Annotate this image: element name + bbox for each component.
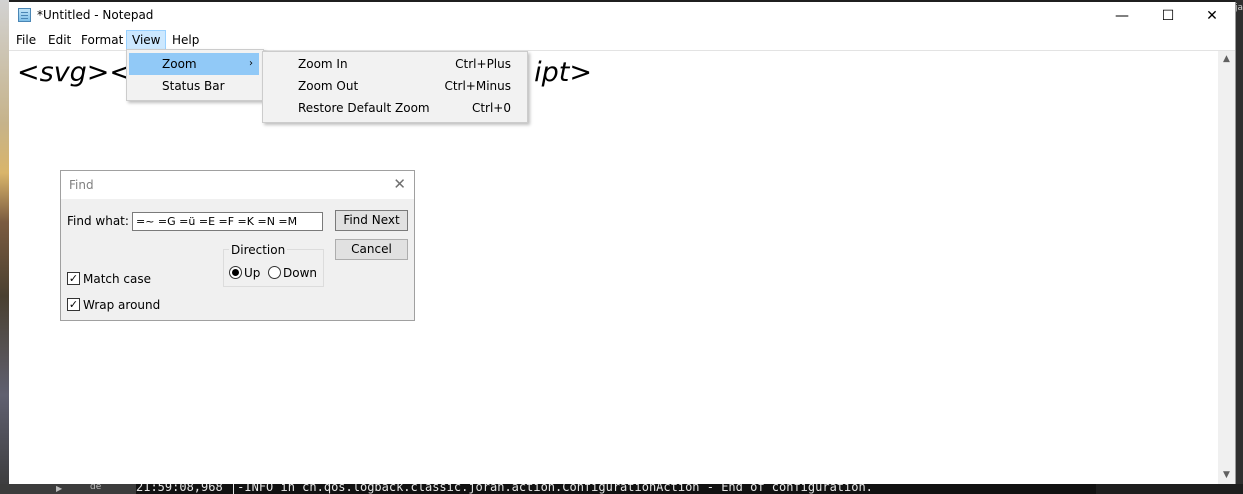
console-sidebar (0, 484, 136, 494)
menu-help[interactable]: Help (167, 30, 204, 50)
menu-item-zoom-out[interactable]: Zoom Out Ctrl+Minus (265, 75, 523, 97)
menu-file[interactable]: File (11, 30, 41, 50)
find-what-label: Find what: (67, 214, 129, 228)
direction-down-label[interactable]: Down (283, 266, 317, 280)
find-what-input[interactable]: =~ =G =ü =E =F =K =N =M (132, 212, 323, 231)
menu-edit[interactable]: Edit (43, 30, 76, 50)
menu-item-label: Zoom (162, 57, 197, 71)
minimize-button[interactable]: — (1099, 2, 1145, 30)
menu-item-label: Zoom In (298, 57, 348, 71)
view-menu-dropdown: Zoom › Status Bar (126, 49, 264, 101)
menu-format[interactable]: Format (76, 30, 128, 50)
zoom-submenu: Zoom In Ctrl+Plus Zoom Out Ctrl+Minus Re… (262, 51, 528, 123)
menu-item-zoom-in[interactable]: Zoom In Ctrl+Plus (265, 53, 523, 75)
shortcut-label: Ctrl+Plus (455, 57, 511, 71)
direction-down-radio[interactable] (268, 266, 281, 279)
menu-item-status-bar[interactable]: Status Bar (129, 75, 259, 97)
menu-item-label: Zoom Out (298, 79, 359, 93)
behind-window-text: ja (1234, 3, 1243, 13)
match-case-label[interactable]: Match case (83, 272, 151, 286)
direction-up-radio[interactable] (229, 266, 242, 279)
find-dialog: Find ✕ Find what: =~ =G =ü =E =F =K =N =… (60, 170, 415, 321)
window-title: *Untitled - Notepad (37, 8, 154, 22)
play-icon: ▶ (56, 484, 63, 493)
behind-window-edge (1235, 0, 1243, 494)
vertical-scrollbar[interactable]: ▲ ▼ (1218, 51, 1235, 484)
title-bar[interactable]: *Untitled - Notepad — ☐ ✕ (9, 2, 1235, 30)
background-console: ▶ de 21:59:08,968 |-INFO in ch.qos.logba… (0, 480, 1243, 494)
find-next-button[interactable]: Find Next (335, 210, 408, 231)
scroll-down-icon[interactable]: ▼ (1218, 467, 1235, 484)
match-case-checkbox[interactable]: ✓ (67, 272, 80, 285)
menu-item-label: Status Bar (162, 79, 225, 93)
close-icon[interactable]: ✕ (393, 175, 406, 193)
wallpaper-strip (0, 0, 9, 494)
find-dialog-title: Find (69, 178, 94, 192)
menu-item-restore-zoom[interactable]: Restore Default Zoom Ctrl+0 (265, 97, 523, 119)
shortcut-label: Ctrl+Minus (444, 79, 511, 93)
scroll-up-icon[interactable]: ▲ (1218, 51, 1235, 68)
direction-up-label[interactable]: Up (244, 266, 260, 280)
editor-text-right: ipt> (534, 57, 592, 88)
maximize-button[interactable]: ☐ (1145, 2, 1191, 30)
notepad-icon (18, 8, 31, 22)
close-button[interactable]: ✕ (1189, 2, 1235, 30)
find-title-bar[interactable]: Find ✕ (61, 171, 414, 199)
menu-item-label: Restore Default Zoom (298, 101, 430, 115)
cancel-button[interactable]: Cancel (335, 239, 408, 260)
chevron-right-icon: › (249, 58, 253, 69)
menu-item-zoom[interactable]: Zoom › (129, 53, 259, 75)
direction-label: Direction (229, 243, 288, 257)
menu-bar: File Edit Format View Help (9, 30, 1235, 51)
menu-view[interactable]: View (126, 30, 167, 50)
wrap-around-checkbox[interactable]: ✓ (67, 298, 80, 311)
shortcut-label: Ctrl+0 (471, 101, 511, 115)
wrap-around-label[interactable]: Wrap around (83, 298, 160, 312)
